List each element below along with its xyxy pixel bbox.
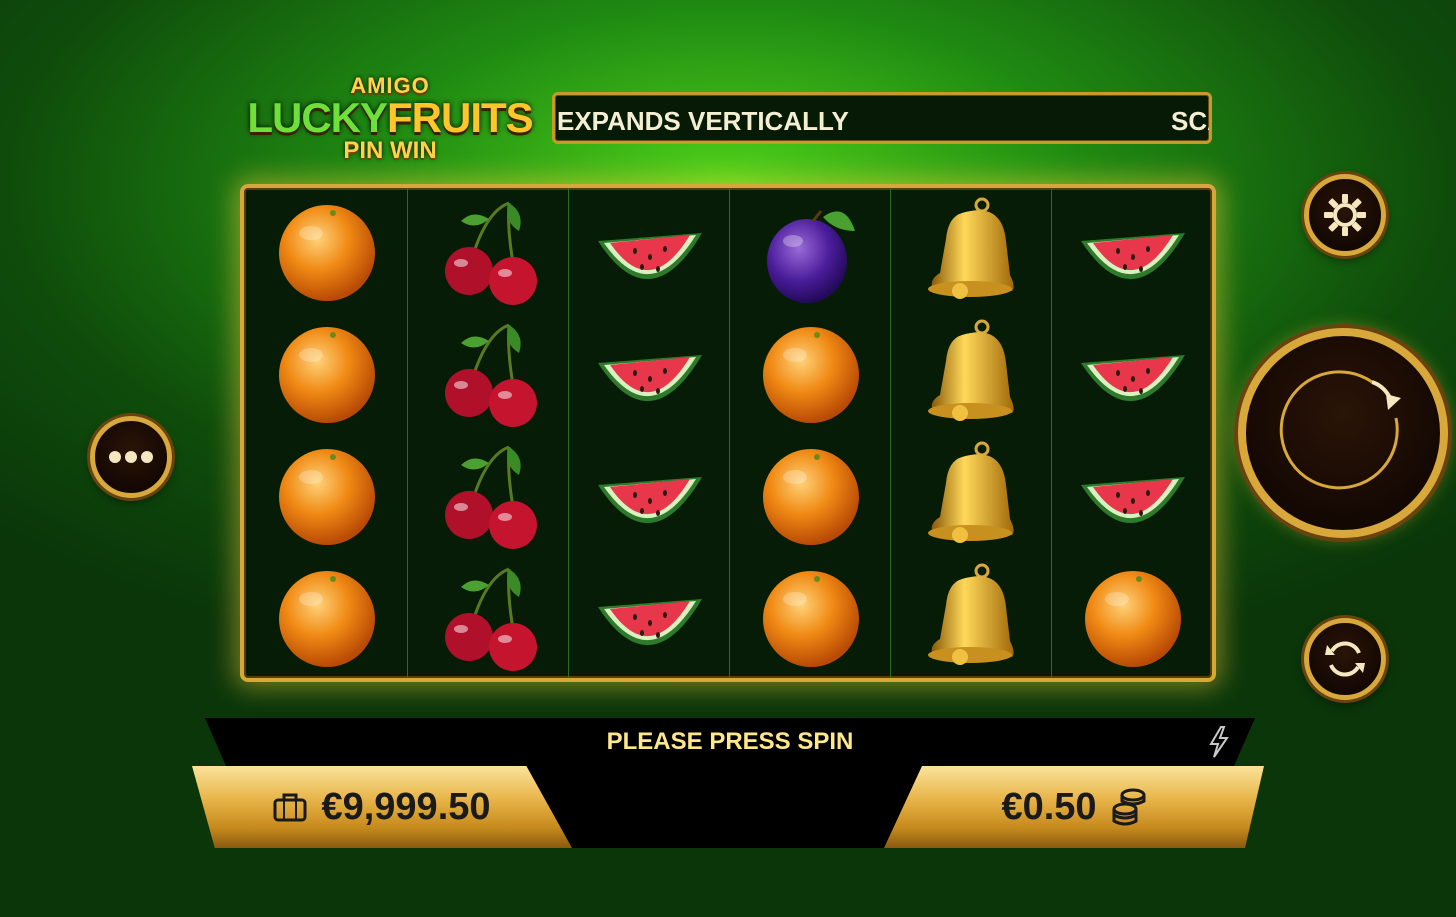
reel-2 [407, 188, 569, 678]
logo-word-lucky: LUCKY [247, 94, 388, 141]
reel-6 [1051, 188, 1212, 678]
autoplay-button[interactable] [1304, 618, 1386, 700]
reel-grid [240, 184, 1216, 682]
reel-4 [729, 188, 891, 678]
balance-value: €9,999.50 [321, 785, 491, 828]
orange-symbol [730, 312, 891, 434]
bell-symbol [891, 434, 1052, 556]
coins-icon [1112, 788, 1146, 826]
logo-line-lucky-fruits: LUCKYFRUITS [230, 97, 550, 139]
orange-symbol [246, 556, 407, 678]
orange-symbol [730, 556, 891, 678]
wallet-icon [273, 793, 307, 822]
status-message: PLEASE PRESS SPIN [606, 728, 854, 755]
bet-value: €0.50 [1001, 785, 1097, 828]
cherry-symbol [408, 434, 569, 556]
cherry-symbol [408, 190, 569, 312]
orange-symbol [246, 312, 407, 434]
orange-symbol [246, 190, 407, 312]
reel-5 [890, 188, 1052, 678]
settings-button[interactable] [1304, 174, 1386, 256]
watermelon-symbol [1052, 190, 1212, 312]
autoplay-icon [1325, 641, 1365, 677]
watermelon-symbol [569, 556, 730, 678]
bell-symbol [891, 312, 1052, 434]
orange-symbol [730, 434, 891, 556]
lightning-icon[interactable] [1207, 726, 1231, 758]
logo-line-pin-win: PIN WIN [343, 137, 437, 164]
orange-symbol [246, 434, 407, 556]
watermelon-symbol [569, 312, 730, 434]
spin-button[interactable] [1238, 328, 1448, 538]
status-bar: PLEASE PRESS SPIN [205, 718, 1255, 766]
orange-symbol [1052, 556, 1212, 678]
watermelon-symbol [569, 190, 730, 312]
bell-symbol [891, 190, 1052, 312]
bell-symbol [891, 556, 1052, 678]
cherry-symbol [408, 556, 569, 678]
watermelon-symbol [1052, 434, 1212, 556]
gear-icon [1324, 194, 1366, 236]
game-logo: AMIGO LUCKYFRUITS PIN WIN [230, 74, 550, 166]
more-icon [109, 451, 153, 463]
plum-symbol [730, 190, 891, 312]
spin-arrow-icon [1279, 370, 1401, 490]
reel-3 [568, 188, 730, 678]
ticker-text: EXPANDS VERTICALLY [557, 106, 849, 136]
ticker-text-next: SCA [1171, 106, 1209, 136]
cherry-symbol [408, 312, 569, 434]
balance-panel: €9,999.50 [192, 766, 572, 848]
menu-button[interactable] [90, 416, 172, 498]
info-ticker: EXPANDS VERTICALLY SCA [552, 92, 1212, 144]
logo-word-fruits: FRUITS [387, 94, 534, 141]
watermelon-symbol [569, 434, 730, 556]
reel-1 [246, 188, 407, 678]
watermelon-symbol [1052, 312, 1212, 434]
bet-panel[interactable]: €0.50 [884, 766, 1264, 848]
